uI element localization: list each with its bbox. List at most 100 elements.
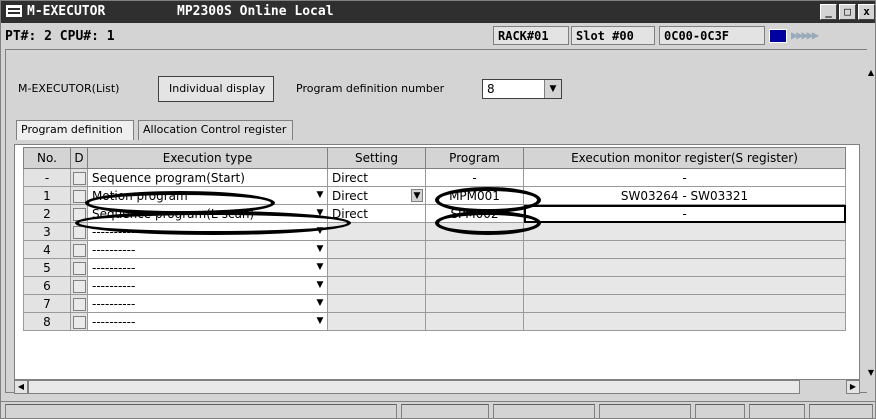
row-checkbox-cell — [70, 258, 88, 277]
maximize-button[interactable]: □ — [839, 4, 856, 20]
checkbox[interactable] — [73, 243, 86, 257]
chevron-down-icon[interactable]: ▼ — [315, 279, 325, 291]
setting-cell — [327, 240, 426, 259]
chevron-down-icon[interactable]: ▼ — [315, 207, 325, 219]
column-header-setting: Setting — [327, 147, 426, 169]
row-number: 7 — [23, 294, 71, 313]
window-subtitle: MP2300S Online Local — [177, 4, 334, 19]
program-cell[interactable]: SPM002 — [425, 204, 524, 223]
rack-indicator: RACK#01 — [493, 26, 569, 45]
m-executor-window: M-EXECUTOR MP2300S Online Local _ □ x PT… — [0, 0, 876, 419]
checkbox[interactable] — [73, 171, 86, 185]
setting-cell — [327, 294, 426, 313]
chevron-down-icon[interactable]: ▼ — [315, 315, 325, 327]
table-row: 1 Motion program ▼ Direct ▼ MPM001 SW03264… — [23, 186, 846, 205]
scroll-up-icon[interactable]: ▲ — [867, 67, 875, 79]
tab-allocation-control-register[interactable]: Allocation Control register — [138, 120, 293, 140]
minimize-button[interactable]: _ — [820, 4, 837, 20]
horizontal-scrollbar[interactable]: ◀ ▶ — [14, 380, 860, 394]
monitor-register-cell[interactable]: - — [523, 204, 846, 223]
program-definition-number-label: Program definition number — [296, 82, 445, 95]
checkbox[interactable] — [73, 189, 86, 203]
program-cell — [425, 294, 524, 313]
execution-type-select[interactable]: ---------- ▼ — [87, 276, 328, 295]
setting-value: Direct — [332, 188, 368, 203]
chevron-down-icon[interactable]: ▼ — [544, 80, 561, 98]
setting-cell: Direct — [327, 168, 426, 187]
setting-cell — [327, 276, 426, 295]
monitor-register-cell — [523, 222, 846, 241]
program-cell — [425, 258, 524, 277]
close-button[interactable]: x — [858, 4, 875, 20]
chevron-down-icon[interactable]: ▼ — [315, 261, 325, 273]
comm-indicator: ▶▶▶▶▶ — [769, 27, 875, 44]
app-title: M-EXECUTOR — [27, 4, 106, 19]
program-definition-grid: No. D Execution type Setting Program Exe… — [14, 144, 860, 380]
status-segment — [401, 404, 489, 418]
column-header-execution-type: Execution type — [87, 147, 328, 169]
row-checkbox-cell — [70, 294, 88, 313]
program-definition-number-value: 8 — [487, 82, 495, 96]
status-segment — [599, 404, 691, 418]
program-cell[interactable]: MPM001 — [425, 186, 524, 205]
grid-header-row: No. D Execution type Setting Program Exe… — [23, 147, 846, 169]
status-segment — [809, 404, 873, 418]
execution-type-value: ---------- — [92, 296, 136, 311]
row-number: 3 — [23, 222, 71, 241]
setting-cell — [327, 312, 426, 331]
vertical-scrollbar[interactable]: ▲ ▼ — [867, 49, 875, 393]
execution-type-select[interactable]: Motion program ▼ — [87, 186, 328, 205]
monitor-register-cell: - — [523, 168, 846, 187]
checkbox[interactable] — [73, 225, 86, 239]
execution-type-value: Sequence program(L-scan) — [92, 206, 255, 221]
execution-type-select[interactable]: ---------- ▼ — [87, 258, 328, 277]
execution-type-select[interactable]: Sequence program(L-scan) ▼ — [87, 204, 328, 223]
checkbox[interactable] — [73, 261, 86, 275]
status-line: PT#: 2 CPU#: 1 RACK#01 Slot #00 0C00-0C3… — [1, 25, 875, 47]
table-row: 4 ---------- ▼ — [23, 240, 846, 259]
checkbox[interactable] — [73, 315, 86, 329]
chevron-down-icon[interactable]: ▼ — [315, 189, 325, 201]
individual-display-button[interactable]: Individual display — [158, 76, 274, 102]
execution-type-value: ---------- — [92, 242, 136, 257]
checkbox[interactable] — [73, 279, 86, 293]
mode-label: M-EXECUTOR(List) — [18, 82, 120, 95]
setting-select[interactable]: Direct ▼ — [327, 186, 426, 205]
row-number: 4 — [23, 240, 71, 259]
scroll-left-icon[interactable]: ◀ — [14, 380, 28, 394]
status-segment — [695, 404, 745, 418]
row-number: 5 — [23, 258, 71, 277]
tab-program-definition[interactable]: Program definition — [16, 120, 134, 140]
execution-type-select[interactable]: ---------- ▼ — [87, 312, 328, 331]
monitor-register-cell: SW03264 - SW03321 — [523, 186, 846, 205]
title-bar: M-EXECUTOR MP2300S Online Local _ □ x — [1, 1, 875, 23]
table-row: - Sequence program(Start) Direct - - — [23, 168, 846, 187]
row-number: 6 — [23, 276, 71, 295]
execution-type-select[interactable]: ---------- ▼ — [87, 294, 328, 313]
program-definition-number-select[interactable]: 8 ▼ — [482, 79, 562, 99]
status-bar-footer — [1, 401, 875, 418]
scroll-down-icon[interactable]: ▼ — [867, 367, 875, 379]
row-checkbox-cell — [70, 276, 88, 295]
scroll-right-icon[interactable]: ▶ — [846, 380, 860, 394]
checkbox[interactable] — [73, 297, 86, 311]
execution-type-value: ---------- — [92, 224, 136, 239]
column-header-program: Program — [425, 147, 524, 169]
row-number: 8 — [23, 312, 71, 331]
chevron-down-icon[interactable]: ▼ — [315, 243, 325, 255]
execution-type-select[interactable]: ---------- ▼ — [87, 240, 328, 259]
scrollbar-thumb[interactable] — [28, 380, 800, 394]
execution-type-select[interactable]: ---------- ▼ — [87, 222, 328, 241]
program-cell — [425, 312, 524, 331]
row-checkbox-cell — [70, 186, 88, 205]
chevron-down-icon[interactable]: ▼ — [315, 225, 325, 237]
status-segment — [493, 404, 595, 418]
pt-cpu-label: PT#: 2 CPU#: 1 — [5, 29, 115, 44]
execution-type-value: ---------- — [92, 260, 136, 275]
chevron-down-icon[interactable]: ▼ — [315, 297, 325, 309]
chevron-down-icon[interactable]: ▼ — [411, 189, 423, 202]
setting-cell[interactable]: Direct — [327, 204, 426, 223]
table-row: 5 ---------- ▼ — [23, 258, 846, 277]
window-icon — [6, 5, 22, 17]
checkbox[interactable] — [73, 207, 86, 221]
